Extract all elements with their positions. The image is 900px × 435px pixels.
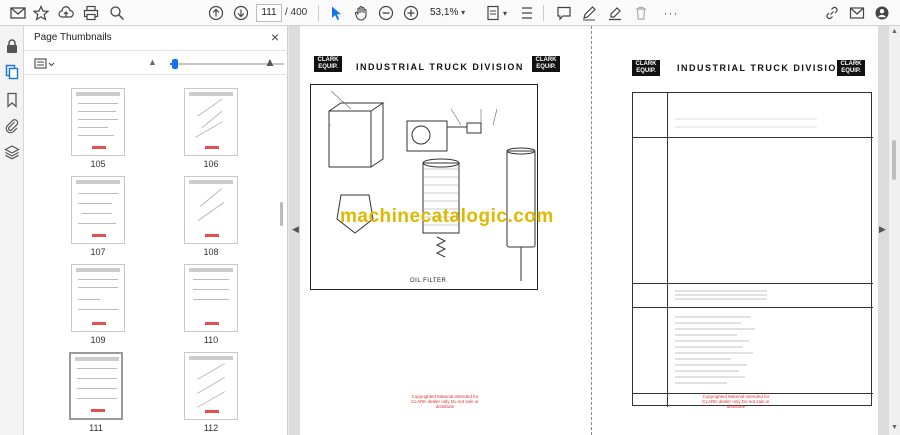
plus-circle-icon[interactable] — [402, 4, 420, 22]
prev-page-arrow-icon[interactable]: ◀ — [292, 224, 299, 235]
thumbnail-page[interactable] — [71, 264, 125, 332]
clark-logo: CLARK EQUIP. — [837, 60, 865, 76]
comment-icon[interactable] — [555, 4, 573, 22]
thumbnail-options-icon[interactable] — [34, 57, 56, 71]
oil-filter-diagram — [310, 84, 538, 290]
more-icon[interactable]: ··· — [662, 4, 680, 22]
scroll-down-icon[interactable]: ▼ — [891, 424, 898, 431]
table-part-numbers — [671, 287, 771, 303]
arrow-down-circle-icon[interactable] — [232, 4, 250, 22]
division-title: INDUSTRIAL TRUCK DIVISION — [677, 63, 845, 73]
page-number-input[interactable]: 111 — [256, 4, 282, 22]
mountain-large-icon[interactable]: ▲ — [264, 55, 276, 69]
table-descriptions — [671, 313, 771, 389]
chevron-down-icon: ▾ — [461, 8, 466, 17]
pen-icon[interactable] — [580, 4, 598, 22]
thumbnail-list: 105 106 107 108 109 110 111 112 — [24, 82, 278, 435]
watermark-text: machinecatalogic.com — [340, 206, 554, 227]
copyright-note: Copyrighted Material Intended for CLARK … — [702, 394, 770, 409]
thumbnail-label: 111 — [89, 423, 103, 433]
zoom-level[interactable]: 53,1% ▾ — [430, 4, 474, 22]
left-rail — [0, 26, 24, 435]
document-viewer: ◀ ▶ CLARK EQUIP. INDUSTRIAL TRUCK DIVISIO… — [289, 26, 889, 435]
document-page-right: CLARK EQUIP. INDUSTRIAL TRUCK DIVISION CL… — [591, 26, 878, 435]
hand-icon[interactable] — [352, 4, 370, 22]
main-toolbar: 111 / 400 53,1% ▾ ▾ ··· — [0, 0, 900, 26]
mail-icon[interactable] — [9, 4, 27, 22]
clark-logo: CLARK EQUIP. — [532, 56, 560, 72]
thumbnail-page[interactable] — [184, 176, 238, 244]
thumbnails-icon[interactable] — [4, 64, 20, 80]
copyright-note: Copyrighted Material Intended for CLARK … — [411, 394, 479, 409]
page-total: / 400 — [285, 7, 308, 18]
star-icon[interactable] — [32, 4, 50, 22]
thumbnail-label: 106 — [203, 159, 219, 169]
thumbnail-page[interactable] — [184, 352, 238, 420]
mountain-small-icon[interactable]: ▲ — [148, 57, 157, 67]
panel-scrollbar[interactable] — [278, 82, 286, 435]
arrow-up-circle-icon[interactable] — [207, 4, 225, 22]
chevron-down-icon[interactable]: ▾ — [500, 4, 510, 22]
exploded-view-drawing — [328, 90, 536, 281]
print-icon[interactable] — [82, 4, 100, 22]
clark-logo: CLARK EQUIP. — [632, 60, 660, 76]
account-icon[interactable] — [873, 4, 891, 22]
thumbnail-page-selected[interactable] — [69, 352, 123, 420]
thumbnail-label: 107 — [90, 247, 106, 257]
magnifier-icon[interactable] — [108, 4, 126, 22]
thumbnail-label: 109 — [90, 335, 106, 345]
link-edit-icon[interactable] — [823, 4, 841, 22]
zoom-value: 53,1% — [430, 7, 459, 18]
thumbnail-page[interactable] — [71, 88, 125, 156]
upload-cloud-icon[interactable] — [57, 4, 75, 22]
lock-icon[interactable] — [4, 38, 20, 54]
scroll-mode-icon[interactable] — [518, 4, 536, 22]
parts-table — [632, 92, 873, 407]
thumbnail-page[interactable] — [184, 88, 238, 156]
attachment-icon[interactable] — [4, 118, 20, 134]
trash-icon[interactable] — [632, 4, 650, 22]
thumbnail-label: 110 — [203, 335, 219, 345]
scroll-up-icon[interactable]: ▲ — [891, 28, 898, 35]
layers-icon[interactable] — [4, 144, 20, 160]
thumbnail-label: 105 — [90, 159, 106, 169]
thumbnails-panel: Page Thumbnails × ▲ ▲ 105 106 107 108 10… — [24, 26, 288, 435]
slider-knob[interactable] — [172, 59, 178, 69]
panel-title: Page Thumbnails — [34, 32, 112, 43]
division-title: INDUSTRIAL TRUCK DIVISION — [356, 62, 524, 72]
highlight-icon[interactable] — [606, 4, 624, 22]
thumbnail-label: 108 — [203, 247, 219, 257]
clark-logo: CLARK EQUIP. — [314, 56, 342, 72]
viewer-scrollbar[interactable]: ▲ ▼ — [889, 26, 900, 435]
email-icon[interactable] — [848, 4, 866, 22]
close-icon[interactable]: × — [271, 29, 279, 45]
thumbnail-page[interactable] — [71, 176, 125, 244]
thumbnail-page[interactable] — [184, 264, 238, 332]
cursor-icon[interactable] — [327, 4, 345, 22]
scrollbar-thumb[interactable] — [892, 140, 896, 180]
table-header-numbers — [671, 97, 821, 133]
thumbnail-label: 112 — [203, 423, 219, 433]
document-page-left: CLARK EQUIP. INDUSTRIAL TRUCK DIVISION CL… — [300, 26, 591, 435]
next-page-arrow-icon[interactable]: ▶ — [879, 224, 886, 235]
figure-caption: OIL FILTER — [410, 278, 447, 284]
minus-circle-icon[interactable] — [377, 4, 395, 22]
bookmark-icon[interactable] — [4, 92, 20, 108]
